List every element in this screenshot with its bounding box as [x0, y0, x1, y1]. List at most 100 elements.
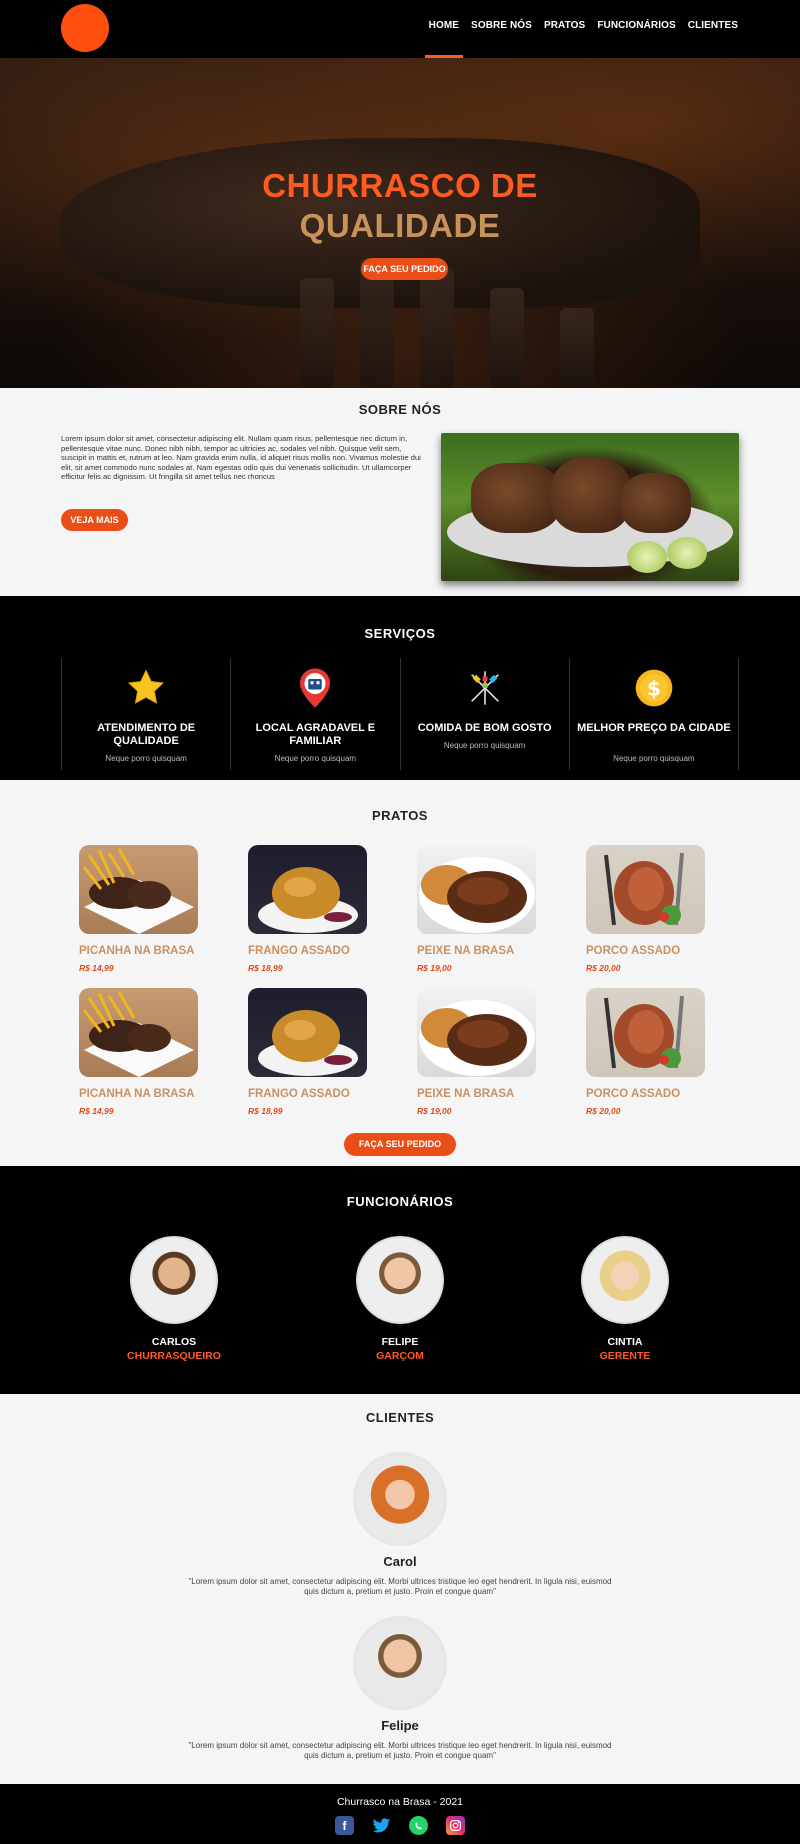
see-more-button[interactable]: VEJA MAIS — [61, 509, 128, 531]
dish-card[interactable]: FRANGO ASSADO R$ 18,99 — [248, 988, 378, 1116]
nav-item-sobre-nos[interactable]: SOBRE NÓS — [471, 0, 532, 58]
service-item: $ MELHOR PREÇO DA CIDADE Neque porro qui… — [568, 658, 739, 770]
hero-order-button[interactable]: FAÇA SEU PEDIDO — [361, 258, 448, 280]
dish-name: PICANHA NA BRASA — [79, 1088, 195, 1100]
service-subtitle: Neque porro quisquam — [105, 754, 187, 763]
dish-image-picanha — [79, 988, 198, 1077]
dish-price: R$ 18,99 — [248, 1106, 283, 1116]
service-title: MELHOR PREÇO DA CIDADE — [577, 722, 731, 734]
dish-image-porco — [586, 845, 705, 934]
lime-decor — [667, 537, 707, 569]
lime-decor — [627, 541, 667, 573]
dish-card[interactable]: PICANHA NA BRASA R$ 14,99 — [79, 845, 209, 973]
service-item: ATENDIMENTO DE QUALIDADE Neque porro qui… — [61, 658, 230, 770]
dish-image-porco — [586, 988, 705, 1077]
staff-title: FUNCIONÁRIOS — [346, 1194, 454, 1209]
dish-name: PORCO ASSADO — [586, 945, 681, 957]
hero-title-line2: QUALIDADE — [299, 207, 501, 244]
dish-image-frango — [248, 845, 367, 934]
dish-name: PICANHA NA BRASA — [79, 945, 195, 957]
about-title: SOBRE NÓS — [358, 402, 442, 417]
staff-role: GARÇOM — [376, 1350, 424, 1362]
staff-role: CHURRASQUEIRO — [127, 1350, 221, 1362]
site-header: HOME SOBRE NÓS PRATOS FUNCIONÁRIOS CLIEN… — [0, 0, 800, 58]
service-title: ATENDIMENTO DE QUALIDADE — [97, 722, 196, 747]
service-title: COMIDA DE BOM GOSTO — [417, 722, 552, 734]
main-nav: HOME SOBRE NÓS PRATOS FUNCIONÁRIOS CLIEN… — [424, 0, 738, 58]
client-quote: "Lorem ipsum dolor sit amet, consectetur… — [188, 1577, 612, 1596]
instagram-icon[interactable] — [446, 1816, 465, 1835]
twitter-icon[interactable] — [372, 1816, 391, 1835]
facebook-icon[interactable]: f — [335, 1816, 354, 1835]
hero-bone-decor — [560, 308, 594, 388]
chicken-decor — [621, 473, 691, 533]
dish-name: PEIXE NA BRASA — [417, 945, 515, 957]
about-food-image — [441, 433, 739, 581]
logo[interactable] — [61, 4, 109, 52]
hero-bone-decor — [420, 268, 454, 388]
service-title: LOCAL AGRADAVEL E FAMILIAR — [255, 722, 376, 747]
nav-item-pratos[interactable]: PRATOS — [544, 0, 585, 58]
client-quote: "Lorem ipsum dolor sit amet, consectetur… — [188, 1741, 612, 1760]
dish-price: R$ 18,99 — [248, 963, 283, 973]
service-item: LOCAL AGRADAVEL E FAMILIAR Neque porro q… — [230, 658, 399, 770]
dish-card[interactable]: FRANGO ASSADO R$ 18,99 — [248, 845, 378, 973]
dish-card[interactable]: PORCO ASSADO R$ 20,00 — [586, 845, 716, 973]
whatsapp-icon[interactable] — [409, 1816, 428, 1835]
dish-image-frango — [248, 988, 367, 1077]
dishes-title: PRATOS — [372, 808, 428, 823]
hero-banner: CHURRASCO DE QUALIDADE FAÇA SEU PEDIDO — [0, 58, 800, 388]
dish-name: PORCO ASSADO — [586, 1088, 681, 1100]
dish-price: R$ 20,00 — [586, 1106, 621, 1116]
dollar-coin-icon: $ — [634, 668, 674, 708]
dish-card[interactable]: PICANHA NA BRASA R$ 14,99 — [79, 988, 209, 1116]
staff-member: CINTIA GERENTE — [555, 1236, 695, 1362]
staff-name: CINTIA — [607, 1336, 643, 1348]
clients-title: CLIENTES — [365, 1410, 435, 1425]
client-name: Felipe — [381, 1718, 419, 1733]
hero-title: CHURRASCO DE QUALIDADE — [0, 166, 800, 246]
client-testimonial: Carol "Lorem ipsum dolor sit amet, conse… — [0, 1452, 800, 1597]
dish-card[interactable]: PORCO ASSADO R$ 20,00 — [586, 988, 716, 1116]
dish-card[interactable]: PEIXE NA BRASA R$ 19,00 — [417, 988, 547, 1116]
skewers-icon — [465, 668, 505, 708]
chicken-decor — [551, 458, 631, 533]
dish-name: FRANGO ASSADO — [248, 1088, 350, 1100]
dish-image-picanha — [79, 845, 198, 934]
client-testimonial: Felipe "Lorem ipsum dolor sit amet, cons… — [0, 1616, 800, 1761]
about-text: Lorem ipsum dolor sit amet, consectetur … — [61, 434, 421, 482]
avatar — [353, 1616, 447, 1710]
svg-text:$: $ — [647, 677, 661, 701]
dishes-section: PRATOS PICANHA NA BRASA R$ 14,99 FRANGO … — [0, 780, 800, 1166]
star-icon — [126, 668, 166, 708]
hero-title-line1: CHURRASCO DE — [262, 167, 538, 204]
staff-section: FUNCIONÁRIOS CARLOS CHURRASQUEIRO FELIPE… — [0, 1166, 800, 1394]
clients-section: CLIENTES Carol "Lorem ipsum dolor sit am… — [0, 1394, 800, 1784]
footer-copyright: Churrasco na Brasa - 2021 — [336, 1796, 464, 1808]
dishes-order-button[interactable]: FAÇA SEU PEDIDO — [344, 1133, 456, 1156]
dish-price: R$ 20,00 — [586, 963, 621, 973]
avatar — [353, 1452, 447, 1546]
site-footer: Churrasco na Brasa - 2021 f — [0, 1784, 800, 1844]
dish-image-peixe — [417, 845, 536, 934]
about-section: SOBRE NÓS Lorem ipsum dolor sit amet, co… — [0, 388, 800, 596]
dish-name: PEIXE NA BRASA — [417, 1088, 515, 1100]
service-subtitle: Neque porro quisquam — [613, 754, 695, 763]
staff-name: CARLOS — [151, 1336, 197, 1348]
nav-item-home[interactable]: HOME — [424, 0, 464, 58]
avatar — [130, 1236, 218, 1324]
dish-card[interactable]: PEIXE NA BRASA R$ 19,00 — [417, 845, 547, 973]
nav-item-funcionarios[interactable]: FUNCIONÁRIOS — [597, 0, 675, 58]
service-subtitle: Neque porro quisquam — [274, 754, 357, 763]
avatar — [581, 1236, 669, 1324]
services-list: ATENDIMENTO DE QUALIDADE Neque porro qui… — [61, 658, 739, 770]
services-section: SERVIÇOS ATENDIMENTO DE QUALIDADE Neque … — [0, 596, 800, 780]
staff-member: FELIPE GARÇOM — [330, 1236, 470, 1362]
social-links: f — [0, 1816, 800, 1835]
nav-item-clientes[interactable]: CLIENTES — [688, 0, 738, 58]
dish-price: R$ 14,99 — [79, 963, 114, 973]
staff-member: CARLOS CHURRASQUEIRO — [104, 1236, 244, 1362]
client-name: Carol — [383, 1554, 417, 1569]
staff-role: GERENTE — [599, 1350, 651, 1362]
staff-name: FELIPE — [381, 1336, 419, 1348]
